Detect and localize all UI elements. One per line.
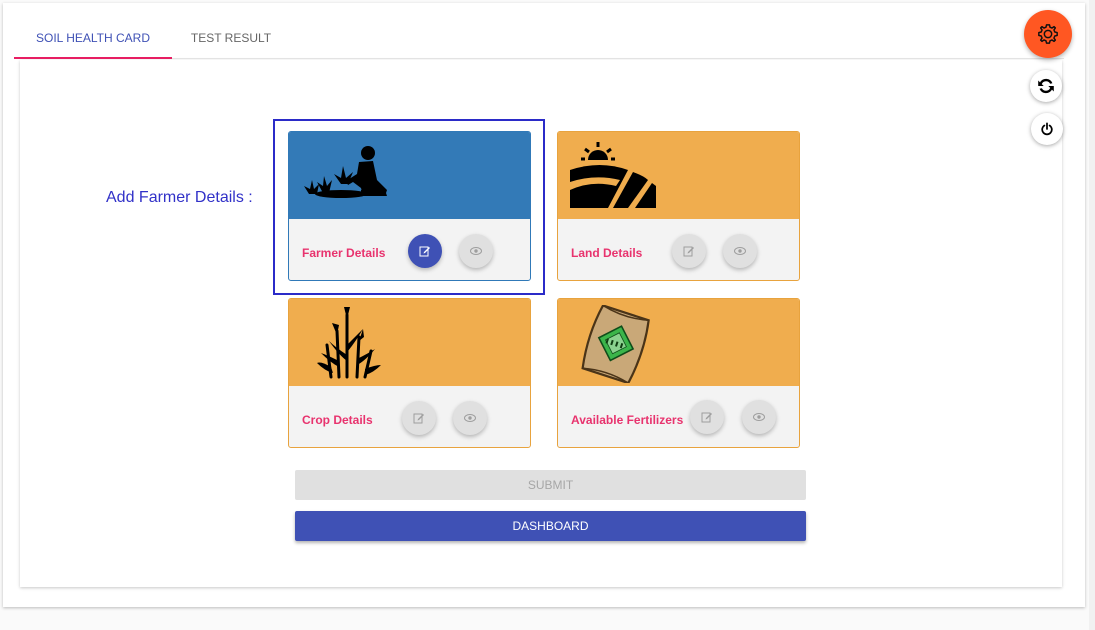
tab-bar: SOIL HEALTH CARD TEST RESULT [14,22,1064,59]
tab-label: TEST RESULT [190,31,272,45]
tab-label: SOIL HEALTH CARD [35,31,151,45]
land-details-card: Land Details [557,131,800,281]
edit-button[interactable] [408,234,442,268]
sync-button[interactable] [1030,70,1062,102]
power-icon [1041,122,1053,136]
tab-test-result[interactable]: TEST RESULT [178,22,284,58]
card-header [289,299,530,386]
view-button[interactable] [742,400,776,434]
edit-button[interactable] [402,401,436,435]
farmer-planting-icon [304,146,387,198]
card-header [558,132,799,219]
view-button[interactable] [723,234,757,268]
farmer-details-card: Farmer Details [288,131,531,281]
gear-icon [1038,24,1058,44]
eye-icon [734,247,746,255]
edit-icon [683,246,694,257]
edit-icon [419,246,430,257]
card-label: Crop Details [302,413,373,427]
npk-fertilizer-bag-icon [581,305,650,383]
crop-plants-icon [317,307,381,379]
edit-icon [701,412,712,423]
available-fertilizers-card: Available Fertilizers [557,298,800,448]
active-tab-indicator [14,57,172,59]
card-header [289,132,530,219]
card-header [558,299,799,386]
submit-button[interactable]: SUBMIT [295,470,806,500]
card-label: Land Details [571,246,643,260]
sync-icon [1038,78,1054,94]
eye-icon [753,413,765,421]
edit-button[interactable] [672,234,706,268]
settings-button[interactable] [1024,10,1072,58]
crop-details-card: Crop Details [288,298,531,448]
card-label: Available Fertilizers [571,413,684,427]
power-button[interactable] [1031,113,1063,145]
view-button[interactable] [459,234,493,268]
view-button[interactable] [453,401,487,435]
tab-soil-health-card[interactable]: SOIL HEALTH CARD [14,22,172,59]
eye-icon [464,414,476,422]
edit-button[interactable] [690,400,724,434]
dashboard-button[interactable]: DASHBOARD [295,511,806,541]
scrollbar-track[interactable] [1089,0,1095,630]
land-sunrise-field-icon [570,142,656,208]
card-label: Farmer Details [302,246,386,260]
add-farmer-details-label: Add Farmer Details : [106,189,253,206]
edit-icon [413,413,424,424]
eye-icon [470,247,482,255]
